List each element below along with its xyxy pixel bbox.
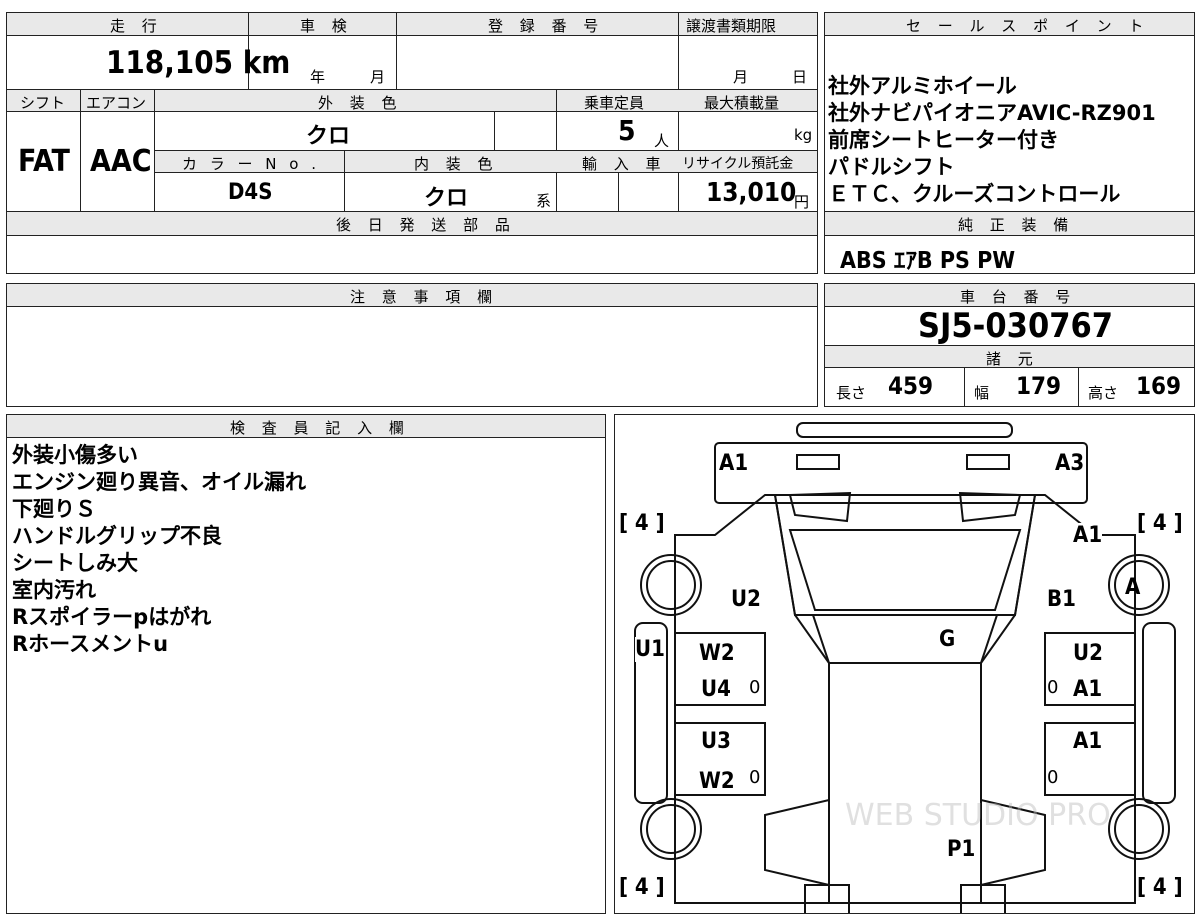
mark-fender-right-b: B1 [1047,587,1076,612]
inspector-note: 外装小傷多い [12,443,138,467]
interior-color-header: 内 装 色 [414,155,499,173]
mark-tire-rear-left: [ 4 ] [619,875,665,900]
standard-equipment-value: ABS ｴｱB PS PW [840,248,1016,274]
mark-door-r1-bottom: A1 [1073,677,1103,702]
mark-door-r1-top: U2 [1073,641,1103,666]
interior-color-suffix: 系 [536,192,552,210]
inspection-header: 車 検 [300,17,353,35]
mark-pillar-left: U1 [635,637,665,662]
height-value: 169 [1136,372,1182,400]
max-load-header: 最大積載量 [704,94,780,112]
inspector-note: 室内汚れ [12,578,96,602]
car-diagram-box: WEB STUDIO PRO A1 A3 [ 4 ] [ 4 ] A1 U2 B… [614,414,1195,914]
import-header: 輸 入 車 [582,155,667,173]
inspector-notes-list: 外装小傷多い エンジン廻り異音、オイル漏れ 下廻りＳ ハンドルグリップ不良 シー… [12,442,306,658]
exterior-color-value: クロ [306,124,351,149]
specs-header: 諸 元 [986,350,1039,368]
max-load-unit: kg [794,126,813,144]
color-no-header: カ ラ ー N o . [182,155,321,173]
inspector-note: シートしみ大 [12,551,138,575]
shift-value: FAT [18,144,70,179]
inspection-month: 月 [370,68,386,86]
mark-zero-4: 0 [1047,767,1059,788]
mark-tire-front-right: [ 4 ] [1137,511,1183,536]
inspector-note: Rスポイラーpはがれ [12,605,212,629]
recycle-unit: 円 [794,193,810,211]
interior-color-value: クロ [424,186,469,211]
mark-door-l2-bottom: W2 [699,769,735,794]
length-value: 459 [888,372,934,400]
transfer-deadline-header: 譲渡書類期限 [686,17,777,35]
inspection-year: 年 [310,68,326,86]
mark-windshield: G [939,627,956,652]
mark-front-left: A1 [719,451,749,476]
sales-point-item: 前席シートヒーター付き [828,128,1059,152]
transfer-day: 日 [792,68,808,86]
later-parts-header: 後 日 発 送 部 品 [336,216,516,234]
mark-front-right: A3 [1055,451,1085,476]
mark-door-l1-bottom: U4 [701,677,731,702]
sales-point-item: 社外アルミホイール [828,74,1017,98]
aircon-header: エアコン [86,94,147,112]
sales-points-header: セ ー ル ス ポ イ ン ト [906,17,1150,35]
sales-point-item: ＥＴＣ、クルーズコントロール [828,182,1121,206]
height-label: 高さ [1088,384,1119,402]
sales-point-item: 社外ナビパイオニアAVIC-RZ901 [828,101,1156,125]
inspector-note: 下廻りＳ [12,497,96,521]
recycle-header: リサイクル預託金 [682,156,794,172]
capacity-header: 乗車定員 [584,94,645,112]
inspector-header: 検 査 員 記 入 欄 [230,419,410,437]
mark-hood-left: U2 [731,587,761,612]
mark-door-l1-top: W2 [699,641,735,666]
aircon-value: AAC [90,144,152,179]
capacity-unit: 人 [654,132,670,150]
notes-header: 注 意 事 項 欄 [350,288,499,306]
width-label: 幅 [974,384,990,402]
exterior-color-header: 外 装 色 [318,94,403,112]
mark-door-l2-top: U3 [701,729,731,754]
mark-fender-right: A1 [1073,523,1103,548]
mileage-value: 118,105 km [106,45,291,81]
mark-tire-front-left: [ 4 ] [619,511,665,536]
length-label: 長さ [836,384,867,402]
mark-zero-3: 0 [749,767,761,788]
inspector-note: Rホースメントu [12,632,169,656]
sales-point-item: パドルシフト [828,155,955,179]
sales-points-list: 社外アルミホイール 社外ナビパイオニアAVIC-RZ901 前席シートヒーター付… [828,73,1156,208]
inspector-note: ハンドルグリップ不良 [12,524,222,548]
standard-equipment-header: 純 正 装 備 [958,216,1075,234]
inspector-note: エンジン廻り異音、オイル漏れ [12,470,306,494]
mark-zero-1: 0 [749,677,761,698]
capacity-value: 5 [618,114,636,147]
chassis-header: 車 台 番 号 [960,288,1077,306]
mark-zero-2: 0 [1047,677,1059,698]
color-no-value: D4S [228,180,273,205]
shift-header: シフト [20,94,66,112]
mark-wheel-right: A [1125,575,1141,600]
mileage-header: 走 行 [110,17,163,35]
mark-rear: P1 [947,837,976,862]
transfer-month: 月 [733,68,749,86]
width-value: 179 [1016,372,1062,400]
watermark: WEB STUDIO PRO [845,798,1111,833]
registration-header: 登 録 番 号 [488,17,605,35]
chassis-number: SJ5-030767 [918,306,1114,346]
mark-tire-rear-right: [ 4 ] [1137,875,1183,900]
recycle-value: 13,010 [706,178,797,208]
mark-door-r2-top: A1 [1073,729,1103,754]
